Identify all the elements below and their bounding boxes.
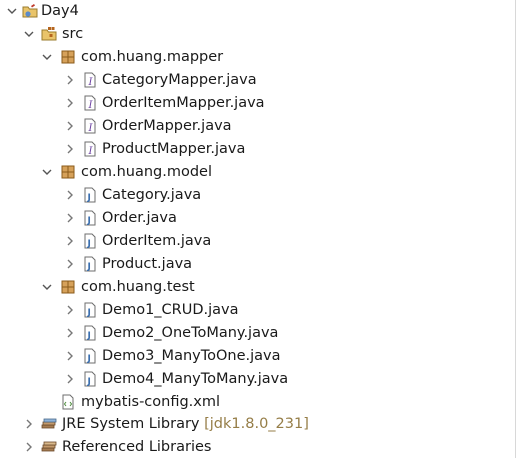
- file-label: Demo4_ManyToMany.java: [102, 371, 289, 387]
- tree-item-java-file[interactable]: I OrderItemMapper.java: [0, 92, 515, 115]
- chevron-down-icon[interactable]: [24, 29, 34, 39]
- file-label: CategoryMapper.java: [102, 72, 257, 88]
- svg-text:J: J: [87, 331, 91, 341]
- java-file-icon: J: [82, 256, 98, 272]
- chevron-right-icon[interactable]: [65, 213, 75, 223]
- package-explorer-tree: Day4 src com.huang.mapper I CategoryMapp…: [0, 0, 516, 458]
- referenced-libraries-label: Referenced Libraries: [62, 439, 212, 455]
- tree-item-java-file[interactable]: J Product.java: [0, 253, 515, 276]
- source-folder-icon: [41, 26, 57, 42]
- svg-text:J: J: [87, 193, 91, 203]
- chevron-right-icon[interactable]: [65, 328, 75, 338]
- java-interface-file-icon: I: [82, 95, 98, 111]
- tree-item-java-file[interactable]: J Demo3_ManyToOne.java: [0, 345, 515, 368]
- jre-version-decoration: [jdk1.8.0_231]: [204, 416, 309, 432]
- chevron-right-icon[interactable]: [65, 190, 75, 200]
- java-project-icon: [22, 3, 38, 19]
- file-label: Category.java: [102, 187, 202, 203]
- chevron-right-icon[interactable]: [24, 419, 34, 429]
- chevron-down-icon[interactable]: [42, 52, 52, 62]
- file-label: Order.java: [102, 210, 177, 226]
- package-icon: [60, 49, 76, 65]
- chevron-right-icon[interactable]: [65, 374, 75, 384]
- svg-text:J: J: [87, 216, 91, 226]
- package-icon: [60, 279, 76, 295]
- chevron-right-icon[interactable]: [65, 351, 75, 361]
- java-file-icon: J: [82, 187, 98, 203]
- tree-item-java-file[interactable]: I OrderMapper.java: [0, 115, 515, 138]
- chevron-right-icon[interactable]: [65, 144, 75, 154]
- chevron-down-icon[interactable]: [7, 6, 17, 16]
- java-file-icon: J: [82, 210, 98, 226]
- file-label: Demo1_CRUD.java: [102, 302, 239, 318]
- java-interface-file-icon: I: [82, 72, 98, 88]
- file-label: ProductMapper.java: [102, 141, 246, 157]
- src-label: src: [62, 26, 84, 42]
- svg-text:J: J: [87, 239, 91, 249]
- tree-item-jre-library[interactable]: JRE System Library [jdk1.8.0_231]: [0, 413, 515, 436]
- tree-item-project[interactable]: Day4: [0, 0, 515, 23]
- jre-library-label: JRE System Library: [62, 416, 200, 432]
- file-label: Demo2_OneToMany.java: [102, 325, 279, 341]
- tree-item-java-file[interactable]: J Category.java: [0, 184, 515, 207]
- tree-item-java-file[interactable]: I ProductMapper.java: [0, 138, 515, 161]
- svg-text:J: J: [87, 354, 91, 364]
- package-label: com.huang.mapper: [81, 49, 224, 65]
- library-icon: [41, 439, 57, 455]
- jre-library-text: JRE System Library [jdk1.8.0_231]: [62, 415, 309, 434]
- svg-text:J: J: [87, 377, 91, 387]
- java-file-icon: J: [82, 348, 98, 364]
- svg-text:J: J: [87, 262, 91, 272]
- package-label: com.huang.test: [81, 279, 195, 295]
- chevron-right-icon[interactable]: [65, 75, 75, 85]
- tree-item-package[interactable]: com.huang.mapper: [0, 46, 515, 69]
- file-label: Demo3_ManyToOne.java: [102, 348, 281, 364]
- file-label: Product.java: [102, 256, 193, 272]
- tree-item-referenced-libraries[interactable]: Referenced Libraries: [0, 436, 515, 459]
- chevron-down-icon[interactable]: [42, 282, 52, 292]
- java-interface-file-icon: I: [82, 141, 98, 157]
- tree-item-java-file[interactable]: I CategoryMapper.java: [0, 69, 515, 92]
- java-file-icon: J: [82, 371, 98, 387]
- package-label: com.huang.model: [81, 164, 212, 180]
- file-label: OrderItemMapper.java: [102, 95, 265, 111]
- chevron-right-icon[interactable]: [24, 442, 34, 452]
- svg-text:J: J: [87, 308, 91, 318]
- chevron-down-icon[interactable]: [42, 167, 52, 177]
- project-label: Day4: [41, 3, 79, 19]
- library-icon: [41, 416, 57, 432]
- tree-item-java-file[interactable]: J Order.java: [0, 207, 515, 230]
- tree-item-src[interactable]: src: [0, 23, 515, 46]
- chevron-right-icon[interactable]: [65, 305, 75, 315]
- chevron-right-icon[interactable]: [65, 121, 75, 131]
- chevron-right-icon[interactable]: [65, 259, 75, 269]
- tree-item-package[interactable]: com.huang.model: [0, 161, 515, 184]
- tree-item-package[interactable]: com.huang.test: [0, 276, 515, 299]
- package-icon: [60, 164, 76, 180]
- tree-item-xml-file[interactable]: mybatis-config.xml: [0, 391, 515, 414]
- file-label: mybatis-config.xml: [81, 394, 221, 410]
- chevron-right-icon[interactable]: [65, 98, 75, 108]
- java-file-icon: J: [82, 233, 98, 249]
- java-interface-file-icon: I: [82, 118, 98, 134]
- xml-file-icon: [60, 394, 76, 410]
- tree-item-java-file[interactable]: J OrderItem.java: [0, 230, 515, 253]
- file-label: OrderItem.java: [102, 233, 212, 249]
- tree-item-java-file[interactable]: J Demo1_CRUD.java: [0, 299, 515, 322]
- file-label: OrderMapper.java: [102, 118, 232, 134]
- tree-item-java-file[interactable]: J Demo4_ManyToMany.java: [0, 368, 515, 391]
- java-file-icon: J: [82, 302, 98, 318]
- java-file-icon: J: [82, 325, 98, 341]
- chevron-right-icon[interactable]: [65, 236, 75, 246]
- tree-item-java-file[interactable]: J Demo2_OneToMany.java: [0, 322, 515, 345]
